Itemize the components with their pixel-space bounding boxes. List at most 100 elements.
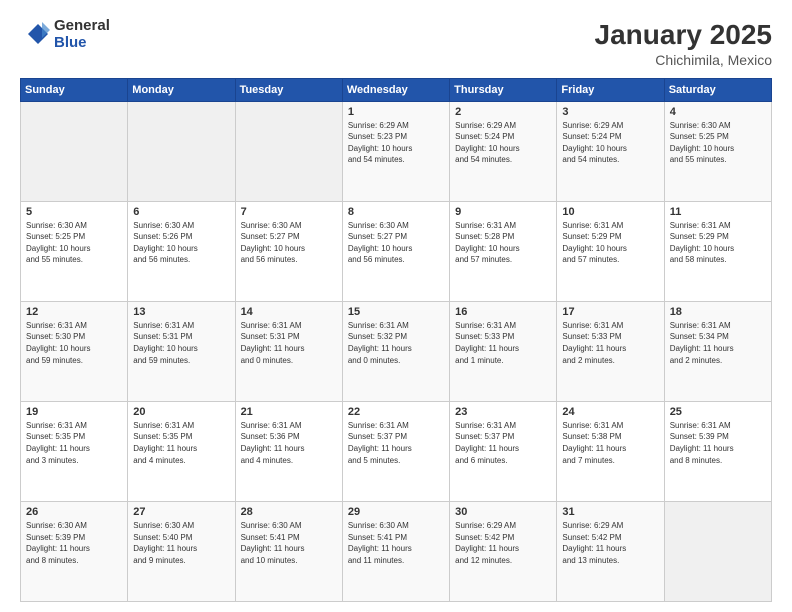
day-info: Sunrise: 6:31 AM Sunset: 5:34 PM Dayligh… (670, 320, 767, 366)
day-number: 6 (133, 206, 230, 218)
header-thursday: Thursday (450, 78, 557, 101)
calendar-cell: 1 Sunrise: 6:29 AM Sunset: 5:23 PM Daylig… (342, 101, 449, 201)
calendar-cell: 13Sunrise: 6:31 AM Sunset: 5:31 PM Dayli… (128, 301, 235, 401)
day-number: 3 (562, 106, 659, 118)
day-number: 24 (562, 406, 659, 418)
calendar-cell: 11 Sunrise: 6:31 AM Sunset: 5:29 PM Dayli… (664, 201, 771, 301)
calendar-cell (664, 501, 771, 601)
day-number: 14 (241, 306, 338, 318)
day-info: Sunrise: 6:31 AM Sunset: 5:36 PM Dayligh… (241, 420, 338, 466)
calendar-cell: 2Sunrise: 6:29 AM Sunset: 5:24 PM Daylig… (450, 101, 557, 201)
day-number: 8 (348, 206, 445, 218)
calendar-body: 1 Sunrise: 6:29 AM Sunset: 5:23 PM Daylig… (21, 101, 772, 601)
day-number: 5 (26, 206, 123, 218)
day-number: 25 (670, 406, 767, 418)
day-number: 21 (241, 406, 338, 418)
calendar-cell: 24 Sunrise: 6:31 AM Sunset: 5:38 PM Dayli… (557, 401, 664, 501)
calendar-cell (128, 101, 235, 201)
day-number: 23 (455, 406, 552, 418)
calendar-table: Sunday Monday Tuesday Wednesday Thursday… (20, 78, 772, 602)
day-info: Sunrise: 6:30 AM Sunset: 5:25 PM Dayligh… (26, 220, 123, 266)
day-info: Sunrise: 6:29 AM Sunset: 5:42 PM Dayligh… (562, 520, 659, 566)
day-number: 29 (348, 506, 445, 518)
page: General Blue January 2025 Chichimila, Me… (0, 0, 792, 612)
calendar-cell: 22 Sunrise: 6:31 AM Sunset: 5:37 PM Dayli… (342, 401, 449, 501)
calendar-cell (235, 101, 342, 201)
calendar-week-2: 5 Sunrise: 6:30 AM Sunset: 5:25 PM Daylig… (21, 201, 772, 301)
day-info: Sunrise: 6:31 AM Sunset: 5:37 PM Dayligh… (455, 420, 552, 466)
day-info: Sunrise: 6:31 AM Sunset: 5:29 PM Dayligh… (562, 220, 659, 266)
calendar-cell (21, 101, 128, 201)
calendar-week-5: 26Sunrise: 6:30 AM Sunset: 5:39 PM Dayli… (21, 501, 772, 601)
header-tuesday: Tuesday (235, 78, 342, 101)
day-number: 17 (562, 306, 659, 318)
day-number: 10 (562, 206, 659, 218)
calendar-cell: 31 Sunrise: 6:29 AM Sunset: 5:42 PM Dayli… (557, 501, 664, 601)
calendar-cell: 9 Sunrise: 6:31 AM Sunset: 5:28 PM Daylig… (450, 201, 557, 301)
day-info: Sunrise: 6:29 AM Sunset: 5:42 PM Dayligh… (455, 520, 552, 566)
day-number: 18 (670, 306, 767, 318)
calendar-cell: 3 Sunrise: 6:29 AM Sunset: 5:24 PM Daylig… (557, 101, 664, 201)
day-info: Sunrise: 6:31 AM Sunset: 5:29 PM Dayligh… (670, 220, 767, 266)
calendar-cell: 17 Sunrise: 6:31 AM Sunset: 5:33 PM Dayli… (557, 301, 664, 401)
calendar-cell: 25Sunrise: 6:31 AM Sunset: 5:39 PM Dayli… (664, 401, 771, 501)
logo-blue-text: Blue (54, 35, 110, 52)
day-info: Sunrise: 6:31 AM Sunset: 5:37 PM Dayligh… (348, 420, 445, 466)
calendar-cell: 12 Sunrise: 6:31 AM Sunset: 5:30 PM Dayli… (21, 301, 128, 401)
header-wednesday: Wednesday (342, 78, 449, 101)
calendar-cell: 5 Sunrise: 6:30 AM Sunset: 5:25 PM Daylig… (21, 201, 128, 301)
calendar-cell: 20Sunrise: 6:31 AM Sunset: 5:35 PM Dayli… (128, 401, 235, 501)
calendar-cell: 18 Sunrise: 6:31 AM Sunset: 5:34 PM Dayli… (664, 301, 771, 401)
calendar-cell: 30 Sunrise: 6:29 AM Sunset: 5:42 PM Dayli… (450, 501, 557, 601)
day-info: Sunrise: 6:29 AM Sunset: 5:24 PM Dayligh… (562, 120, 659, 166)
calendar-cell: 15 Sunrise: 6:31 AM Sunset: 5:32 PM Dayli… (342, 301, 449, 401)
day-number: 31 (562, 506, 659, 518)
day-number: 12 (26, 306, 123, 318)
calendar-cell: 29Sunrise: 6:30 AM Sunset: 5:41 PM Dayli… (342, 501, 449, 601)
day-number: 30 (455, 506, 552, 518)
day-number: 11 (670, 206, 767, 218)
logo: General Blue (20, 18, 110, 51)
day-info: Sunrise: 6:31 AM Sunset: 5:28 PM Dayligh… (455, 220, 552, 266)
day-number: 16 (455, 306, 552, 318)
day-info: Sunrise: 6:31 AM Sunset: 5:32 PM Dayligh… (348, 320, 445, 366)
header-monday: Monday (128, 78, 235, 101)
calendar-cell: 10 Sunrise: 6:31 AM Sunset: 5:29 PM Dayli… (557, 201, 664, 301)
day-info: Sunrise: 6:31 AM Sunset: 5:33 PM Dayligh… (562, 320, 659, 366)
day-info: Sunrise: 6:31 AM Sunset: 5:38 PM Dayligh… (562, 420, 659, 466)
calendar-cell: 14Sunrise: 6:31 AM Sunset: 5:31 PM Dayli… (235, 301, 342, 401)
header-friday: Friday (557, 78, 664, 101)
logo-icon (20, 20, 50, 50)
day-number: 7 (241, 206, 338, 218)
day-number: 26 (26, 506, 123, 518)
day-number: 28 (241, 506, 338, 518)
calendar-cell: 27 Sunrise: 6:30 AM Sunset: 5:40 PM Dayli… (128, 501, 235, 601)
calendar-cell: 7 Sunrise: 6:30 AM Sunset: 5:27 PM Daylig… (235, 201, 342, 301)
day-info: Sunrise: 6:29 AM Sunset: 5:24 PM Dayligh… (455, 120, 552, 166)
day-number: 1 (348, 106, 445, 118)
day-info: Sunrise: 6:31 AM Sunset: 5:35 PM Dayligh… (26, 420, 123, 466)
day-info: Sunrise: 6:30 AM Sunset: 5:25 PM Dayligh… (670, 120, 767, 166)
day-info: Sunrise: 6:30 AM Sunset: 5:40 PM Dayligh… (133, 520, 230, 566)
day-info: Sunrise: 6:30 AM Sunset: 5:27 PM Dayligh… (348, 220, 445, 266)
calendar-week-1: 1 Sunrise: 6:29 AM Sunset: 5:23 PM Daylig… (21, 101, 772, 201)
calendar-subtitle: Chichimila, Mexico (595, 52, 772, 68)
day-info: Sunrise: 6:31 AM Sunset: 5:30 PM Dayligh… (26, 320, 123, 366)
day-number: 9 (455, 206, 552, 218)
calendar-cell: 23 Sunrise: 6:31 AM Sunset: 5:37 PM Dayli… (450, 401, 557, 501)
day-info: Sunrise: 6:30 AM Sunset: 5:27 PM Dayligh… (241, 220, 338, 266)
day-info: Sunrise: 6:30 AM Sunset: 5:26 PM Dayligh… (133, 220, 230, 266)
logo-text: General Blue (54, 18, 110, 51)
day-info: Sunrise: 6:29 AM Sunset: 5:23 PM Dayligh… (348, 120, 445, 166)
day-number: 22 (348, 406, 445, 418)
header-saturday: Saturday (664, 78, 771, 101)
logo-general-text: General (54, 18, 110, 35)
calendar-cell: 21 Sunrise: 6:31 AM Sunset: 5:36 PM Dayli… (235, 401, 342, 501)
calendar-cell: 6 Sunrise: 6:30 AM Sunset: 5:26 PM Daylig… (128, 201, 235, 301)
day-number: 27 (133, 506, 230, 518)
day-info: Sunrise: 6:30 AM Sunset: 5:41 PM Dayligh… (241, 520, 338, 566)
weekday-header-row: Sunday Monday Tuesday Wednesday Thursday… (21, 78, 772, 101)
calendar-cell: 8 Sunrise: 6:30 AM Sunset: 5:27 PM Daylig… (342, 201, 449, 301)
calendar-cell: 4Sunrise: 6:30 AM Sunset: 5:25 PM Daylig… (664, 101, 771, 201)
day-number: 15 (348, 306, 445, 318)
